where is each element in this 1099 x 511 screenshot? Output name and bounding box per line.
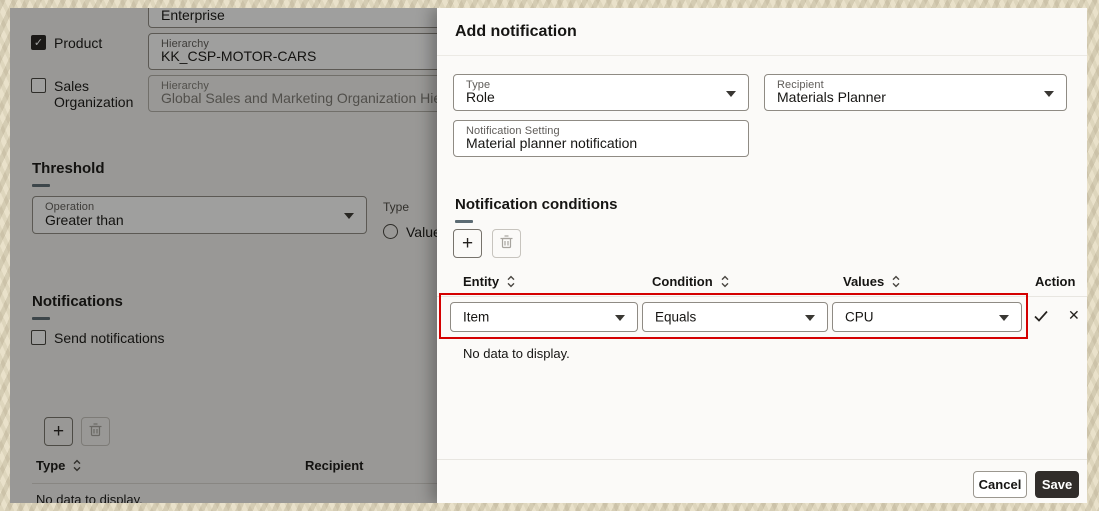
entity-select[interactable]: Item	[450, 302, 638, 332]
notification-setting-value: Material planner notification	[466, 135, 638, 151]
drawer-footer-divider	[437, 459, 1087, 460]
save-button[interactable]: Save	[1035, 471, 1079, 498]
condition-select-value: Equals	[655, 309, 697, 325]
cancel-button[interactable]: Cancel	[973, 471, 1027, 498]
values-select-value: CPU	[845, 309, 874, 325]
app-window: Enterprise ✓ Product Hierarchy KK_CSP-MO…	[10, 8, 1087, 503]
chevron-down-icon	[615, 315, 625, 321]
conditions-section-title: Notification conditions	[455, 196, 618, 213]
confirm-check-icon[interactable]	[1033, 309, 1049, 328]
chevron-down-icon	[1044, 90, 1054, 97]
sort-icon[interactable]	[506, 275, 516, 288]
delete-condition-button[interactable]	[492, 229, 521, 258]
condition-select[interactable]: Equals	[642, 302, 828, 332]
chevron-down-icon	[805, 315, 815, 321]
modal-scrim	[10, 8, 437, 503]
type-dropdown-value: Role	[466, 89, 495, 105]
conditions-accent-bar	[455, 220, 473, 223]
drawer-title: Add notification	[455, 23, 577, 40]
chevron-down-icon	[726, 90, 736, 97]
chevron-down-icon	[999, 315, 1009, 321]
type-dropdown[interactable]: Type Role	[453, 74, 749, 111]
notification-setting-field[interactable]: Notification Setting Material planner no…	[453, 120, 749, 157]
add-condition-button[interactable]: +	[453, 229, 482, 258]
recipient-dropdown[interactable]: Recipient Materials Planner	[764, 74, 1067, 111]
entity-select-value: Item	[463, 309, 490, 325]
drawer-header-divider	[437, 55, 1087, 56]
conditions-col-condition[interactable]: Condition	[652, 274, 730, 289]
close-x-icon[interactable]: ✕	[1068, 307, 1080, 324]
conditions-col-values-label: Values	[843, 274, 885, 289]
conditions-col-entity-label: Entity	[463, 274, 500, 289]
conditions-col-action: Action	[1035, 274, 1075, 289]
sort-icon[interactable]	[891, 275, 901, 288]
add-notification-drawer: Add notification Type Role Recipient Mat…	[437, 8, 1087, 503]
conditions-empty-text: No data to display.	[463, 346, 570, 361]
values-select[interactable]: CPU	[832, 302, 1022, 332]
conditions-header-divider	[437, 296, 1087, 297]
trash-icon	[500, 233, 513, 255]
conditions-col-values[interactable]: Values	[843, 274, 901, 289]
recipient-dropdown-value: Materials Planner	[777, 89, 886, 105]
conditions-col-action-label: Action	[1035, 274, 1076, 289]
conditions-col-entity[interactable]: Entity	[463, 274, 516, 289]
conditions-col-condition-label: Condition	[652, 274, 713, 289]
sort-icon[interactable]	[720, 275, 730, 288]
